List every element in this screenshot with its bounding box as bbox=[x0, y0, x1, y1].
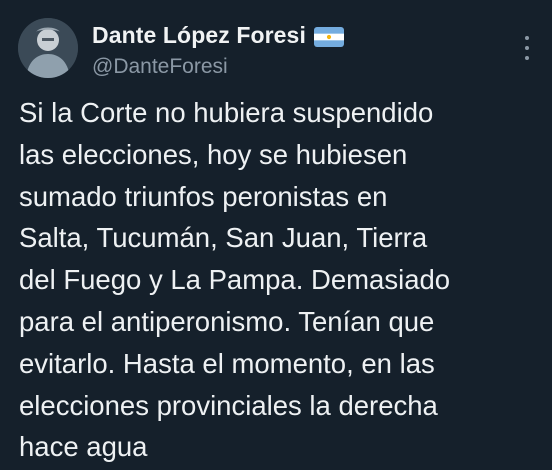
author-name-row: Dante López Foresi bbox=[92, 22, 344, 49]
more-dot-icon bbox=[525, 36, 529, 40]
avatar[interactable] bbox=[18, 18, 78, 78]
author-handle[interactable]: @DanteForesi bbox=[92, 55, 228, 79]
author-display-name[interactable]: Dante López Foresi bbox=[92, 22, 306, 49]
argentina-flag-icon bbox=[313, 26, 344, 47]
more-options-vertical-icon[interactable] bbox=[520, 36, 534, 60]
profile-avatar-image bbox=[18, 18, 78, 78]
tweet-card[interactable]: Dante López Foresi @DanteForesi Si la Co… bbox=[0, 0, 552, 470]
more-dot-icon bbox=[525, 46, 529, 50]
tweet-text: Si la Corte no hubiera suspendido las el… bbox=[19, 97, 451, 463]
more-dot-icon bbox=[525, 56, 529, 60]
